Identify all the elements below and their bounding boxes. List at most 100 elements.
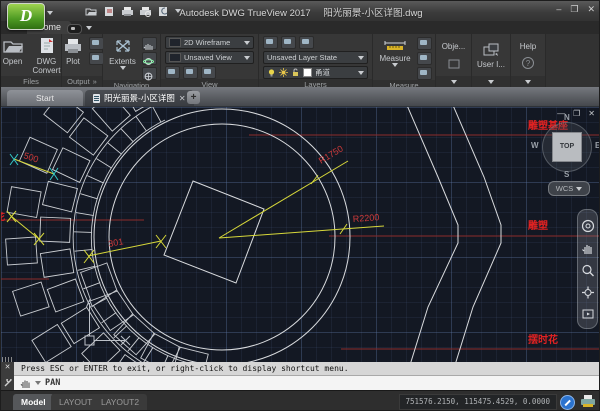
panel-output-label: Output » [62, 76, 102, 87]
view-manager-icon[interactable] [201, 66, 216, 79]
tab-close-icon[interactable]: ✕ [179, 94, 186, 103]
measure-caret-icon[interactable] [392, 63, 398, 67]
command-customize-wrench-icon[interactable] [3, 379, 12, 388]
window-controls: – ❐ ✕ [556, 4, 595, 15]
workspace-icon[interactable] [67, 24, 82, 34]
pan-icon[interactable] [142, 37, 157, 50]
zoom-extents-button[interactable]: Extents [106, 36, 139, 71]
app-menu-caret-icon[interactable] [47, 11, 53, 15]
status-bar: Model LAYOUT1 LAYOUT2 751576.2150, 11547… [1, 390, 600, 411]
paving-ring-arcs [73, 107, 204, 362]
application-window: Autodesk DWG TrueView 2017 阳光丽景-小区详图.dwg… [0, 0, 600, 411]
dwg-convert-button[interactable]: DWG Convert [30, 36, 64, 76]
orbit-tool-icon[interactable] [581, 286, 595, 299]
panel-user-interface: User I... [472, 34, 510, 87]
annotation-monitor-icon[interactable] [560, 395, 575, 410]
panel-help: Help ? [511, 34, 545, 87]
layer-isolate-icon[interactable] [281, 36, 296, 49]
panel-help-label: Help [520, 42, 536, 51]
viewcube-south[interactable]: S [564, 170, 569, 179]
window-title: Autodesk DWG TrueView 2017 阳光丽景-小区详图.dwg [1, 5, 600, 19]
restore-button[interactable]: ❐ [570, 4, 578, 15]
layer-color-swatch [303, 68, 312, 77]
tab-model[interactable]: Model [13, 394, 54, 410]
workspace-caret-icon[interactable] [86, 26, 92, 30]
viewcube-west[interactable]: W [531, 141, 539, 150]
wcs-caret-icon [576, 187, 582, 191]
ribbon: Open DWG Convert Files Plot [1, 34, 600, 87]
panel-object-expand[interactable] [436, 76, 471, 87]
quick-measure-icon[interactable] [417, 37, 432, 50]
measure-button[interactable]: Measure [376, 36, 413, 68]
full-navigation-wheel-icon[interactable] [581, 219, 595, 233]
layer-state-dropdown[interactable]: Unsaved Layer State [263, 51, 368, 64]
panel-navigation: Extents Navigation [103, 34, 160, 87]
tab-layout2[interactable]: LAYOUT2 [93, 394, 147, 410]
help-icon: ? [521, 56, 535, 70]
id-point-icon[interactable] [417, 67, 432, 80]
list-icon[interactable] [417, 52, 432, 65]
object-icon [446, 57, 462, 71]
viewcube-top-face[interactable]: TOP [552, 132, 582, 162]
orbit-icon[interactable] [142, 52, 157, 65]
panel-files: Open DWG Convert Files [1, 34, 61, 87]
tab-active-document[interactable]: 阳光丽景-小区详图 ✕ [85, 90, 194, 106]
panel-output: Plot Output » [62, 34, 102, 87]
preview-icon[interactable] [89, 52, 104, 65]
batch-plot-icon[interactable] [89, 37, 104, 50]
plot-button[interactable]: Plot [60, 36, 86, 67]
document-tab-bar: Start 阳光丽景-小区详图 ✕ + [1, 87, 600, 107]
tab-start[interactable]: Start [7, 90, 83, 106]
drawing-geometry: R1750 R2200 500 301 [1, 107, 600, 362]
coordinates-display[interactable]: 751576.2150, 115475.4529, 0.0000 [399, 394, 558, 410]
dimension-r1750: R1750 [317, 143, 345, 165]
drawing-canvas[interactable]: R1750 R2200 500 301 雕塑基座 雕塑 摆时花 花 — ❐ ✕ … [1, 107, 600, 362]
view-state-dropdown[interactable]: Unsaved View [165, 51, 254, 64]
command-options-caret-icon[interactable] [35, 381, 41, 385]
visual-style-dropdown[interactable]: 2D Wireframe [165, 36, 254, 49]
panel-user-interface-expand[interactable] [472, 76, 510, 87]
viewcube-east[interactable]: E [595, 141, 600, 150]
plot-status-icon[interactable] [581, 395, 595, 408]
app-menu-button[interactable]: D [7, 3, 45, 30]
layer-thaw-sun-icon [279, 68, 288, 77]
extents-icon [113, 37, 133, 55]
panel-help-expand[interactable] [511, 76, 545, 87]
panel-output-overflow-icon[interactable]: » [93, 76, 97, 87]
linear-dimension-lines [7, 159, 166, 263]
close-button[interactable]: ✕ [587, 4, 595, 15]
panel-measure: Measure Measure [373, 34, 435, 87]
dimension-500: 500 [22, 150, 39, 164]
new-tab-button[interactable]: + [187, 91, 200, 104]
annotation-seasonal-flowers: 摆时花 [528, 331, 558, 346]
steering-wheel-icon[interactable] [142, 67, 157, 80]
command-prompt-line[interactable]: PAN [14, 376, 600, 390]
layer-on-bulb-icon [267, 68, 276, 77]
annotation-sculpture: 雕塑 [528, 217, 548, 232]
pan-cursor-icon [20, 378, 31, 389]
zoom-icon[interactable] [581, 264, 595, 277]
minimize-button[interactable]: – [556, 4, 561, 15]
measure-ruler-icon [383, 37, 407, 52]
visual-style-icon [169, 38, 181, 47]
dwg-convert-icon [38, 37, 56, 55]
wcs-menu[interactable]: WCS [548, 181, 590, 196]
dimension-r2200: R2200 [352, 212, 379, 224]
command-close-icon[interactable]: ✕ [5, 364, 11, 371]
view-state-icon [169, 53, 181, 62]
layer-unisolate-icon[interactable] [299, 36, 314, 49]
plot-printer-icon [63, 37, 83, 55]
open-button[interactable]: Open [0, 36, 27, 67]
viewport-icon[interactable] [165, 66, 180, 79]
layer-dropdown[interactable]: 甬道 [263, 66, 368, 79]
extents-caret-icon[interactable] [120, 66, 126, 70]
viewcube-north[interactable]: N [564, 113, 570, 122]
showmotion-icon[interactable] [581, 308, 595, 320]
named-views-icon[interactable] [183, 66, 198, 79]
active-command: PAN [45, 378, 60, 388]
viewcube[interactable]: TOP N S W E [533, 115, 600, 177]
paving-ring-spokes [74, 107, 200, 362]
layer-unlock-icon [291, 68, 300, 77]
pan-hand-icon[interactable] [581, 242, 595, 255]
layer-properties-icon[interactable] [263, 36, 278, 49]
